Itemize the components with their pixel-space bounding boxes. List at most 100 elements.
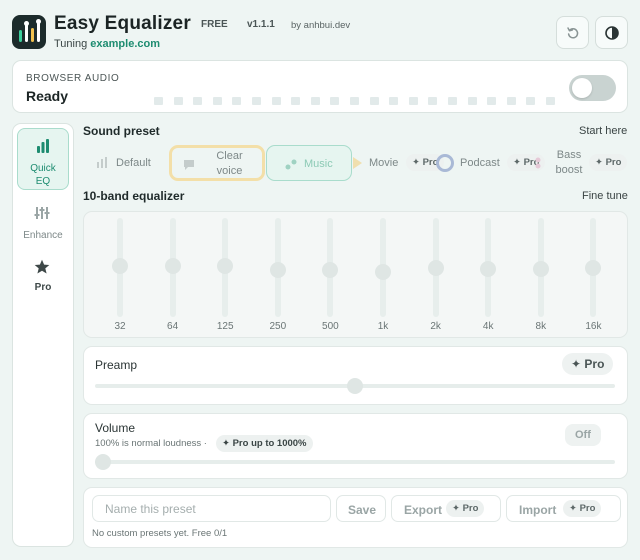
plan-badge: FREE — [201, 19, 228, 30]
eq-slider-thumb[interactable] — [427, 259, 444, 276]
preset-bass-boost[interactable]: Bass boost ✦ Pro — [530, 145, 640, 181]
preamp-slider-thumb[interactable] — [347, 378, 363, 394]
volume-slider-track[interactable] — [95, 460, 615, 464]
tuning-label: Tuning — [54, 38, 88, 50]
equalizer-title: 10-band equalizer — [83, 189, 185, 203]
browser-audio-label: BROWSER AUDIO — [26, 73, 120, 84]
level-meter-segment — [487, 97, 497, 105]
preset-label: boost — [555, 164, 583, 176]
toggle-knob — [572, 78, 592, 98]
preamp-card: Preamp ✦ Pro — [83, 346, 628, 405]
preset-clear-voice[interactable]: Clear voice — [169, 145, 265, 181]
preset-label: Podcast — [460, 157, 500, 169]
level-meter-segment — [389, 97, 399, 105]
author-label: by anhbui.dev — [291, 20, 351, 31]
eq-slider-thumb[interactable] — [480, 261, 497, 278]
start-here-link[interactable]: Start here — [579, 125, 627, 137]
volume-card: Volume 100% is normal loudness · ✦ Pro u… — [83, 413, 628, 479]
equalizer-panel: 32 64 125 250 500 1k 2k 4k 8k 16k — [83, 211, 628, 338]
audio-enable-toggle[interactable] — [569, 75, 616, 101]
eq-band-4k[interactable]: 4k — [473, 218, 503, 336]
eq-band-32[interactable]: 32 — [105, 218, 135, 336]
eq-slider-thumb[interactable] — [532, 261, 549, 278]
eq-band-125[interactable]: 125 — [210, 218, 240, 336]
sliders-icon — [34, 207, 50, 219]
eq-slider-thumb[interactable] — [217, 257, 234, 274]
preset-name-input[interactable] — [92, 495, 331, 522]
eq-slider-thumb[interactable] — [375, 263, 391, 280]
eq-band-64[interactable]: 64 — [158, 218, 188, 336]
eq-band-label: 8k — [535, 321, 547, 332]
preset-music[interactable]: Music — [266, 145, 352, 181]
browser-audio-card: BROWSER AUDIO Ready — [12, 60, 628, 113]
eq-slider-thumb[interactable] — [164, 257, 181, 274]
sidebar-item-quick-eq[interactable]: Quick EQ — [17, 128, 69, 190]
eq-band-label: 125 — [216, 321, 234, 332]
bars-icon — [97, 157, 107, 168]
audio-status: Ready — [26, 88, 69, 104]
volume-boost-toggle[interactable]: Off — [565, 424, 601, 446]
eq-band-label: 1k — [377, 321, 389, 332]
export-button[interactable]: Export ✦ Pro — [391, 495, 501, 522]
preset-movie[interactable]: Movie ✦ Pro — [352, 145, 445, 181]
level-meter-segment — [212, 97, 222, 105]
app-logo — [12, 15, 46, 49]
sidebar-item-pro[interactable]: Pro — [17, 252, 69, 314]
speech-icon — [184, 160, 194, 170]
level-meter-segment — [428, 97, 438, 105]
pro-badge: ✦ Pro — [446, 500, 485, 517]
level-meter-segment — [173, 97, 183, 105]
save-label: Save — [348, 503, 377, 517]
sidebar-item-label: Enhance — [23, 230, 63, 241]
eq-band-label: 4k — [482, 321, 494, 332]
export-label: Export — [404, 503, 443, 517]
preset-label: Default — [116, 157, 151, 169]
preset-label: voice — [216, 165, 243, 177]
eq-band-8k[interactable]: 8k — [526, 218, 556, 336]
fine-tune-link[interactable]: Fine tune — [582, 190, 628, 202]
preset-podcast[interactable]: Podcast ✦ Pro — [434, 145, 546, 181]
preamp-title: Preamp — [95, 358, 138, 372]
preset-label: Clear — [216, 150, 243, 162]
sidebar-item-label: EQ — [35, 176, 51, 187]
eq-band-1k[interactable]: 1k — [368, 218, 398, 336]
level-meter-segment — [448, 97, 457, 105]
eq-band-2k[interactable]: 2k — [421, 218, 451, 336]
eq-band-250[interactable]: 250 — [263, 218, 293, 336]
theme-toggle-button[interactable] — [595, 16, 628, 49]
volume-pro-badge[interactable]: ✦ Pro up to 1000% — [216, 435, 313, 452]
eq-band-label: 16k — [585, 321, 602, 332]
tuning-line: Tuning example.com — [54, 38, 160, 50]
sidebar-item-enhance[interactable]: Enhance — [17, 196, 69, 258]
sidebar-item-label: Pro — [34, 282, 52, 293]
save-preset-button[interactable]: Save — [336, 495, 386, 522]
import-button[interactable]: Import ✦ Pro — [506, 495, 621, 522]
level-meter — [154, 97, 558, 105]
eq-slider-thumb[interactable] — [112, 257, 128, 274]
volume-slider-thumb[interactable] — [95, 454, 111, 470]
preset-label: Movie — [369, 157, 399, 169]
level-meter-segment — [193, 97, 203, 105]
eq-slider-thumb[interactable] — [585, 259, 602, 276]
level-meter-segment — [154, 97, 163, 105]
sound-preset-title: Sound preset — [83, 124, 160, 138]
tuning-domain: example.com — [90, 38, 160, 50]
level-meter-segment — [271, 97, 281, 105]
eq-slider-thumb[interactable] — [269, 261, 286, 278]
reset-button[interactable] — [556, 16, 589, 49]
level-meter-segment — [330, 97, 340, 105]
level-meter-segment — [546, 97, 555, 105]
sidebar-item-label: Quick — [30, 163, 56, 174]
app-header: Easy Equalizer FREE v1.1.1 by anhbui.dev… — [0, 0, 640, 60]
eq-band-label: 250 — [269, 321, 287, 332]
bass-icon — [535, 157, 541, 169]
level-meter-segment — [232, 97, 242, 105]
eq-slider-thumb[interactable] — [322, 261, 339, 278]
preamp-pro-badge[interactable]: ✦ Pro — [562, 353, 614, 375]
preset-default[interactable]: Default — [86, 145, 162, 181]
custom-preset-card: Save Export ✦ Pro Import ✦ Pro No custom… — [83, 487, 628, 548]
eq-band-500[interactable]: 500 — [315, 218, 345, 336]
eq-band-16k[interactable]: 16k — [578, 218, 608, 336]
bar-chart-icon — [37, 139, 49, 153]
volume-subtitle: 100% is normal loudness · — [95, 438, 207, 449]
